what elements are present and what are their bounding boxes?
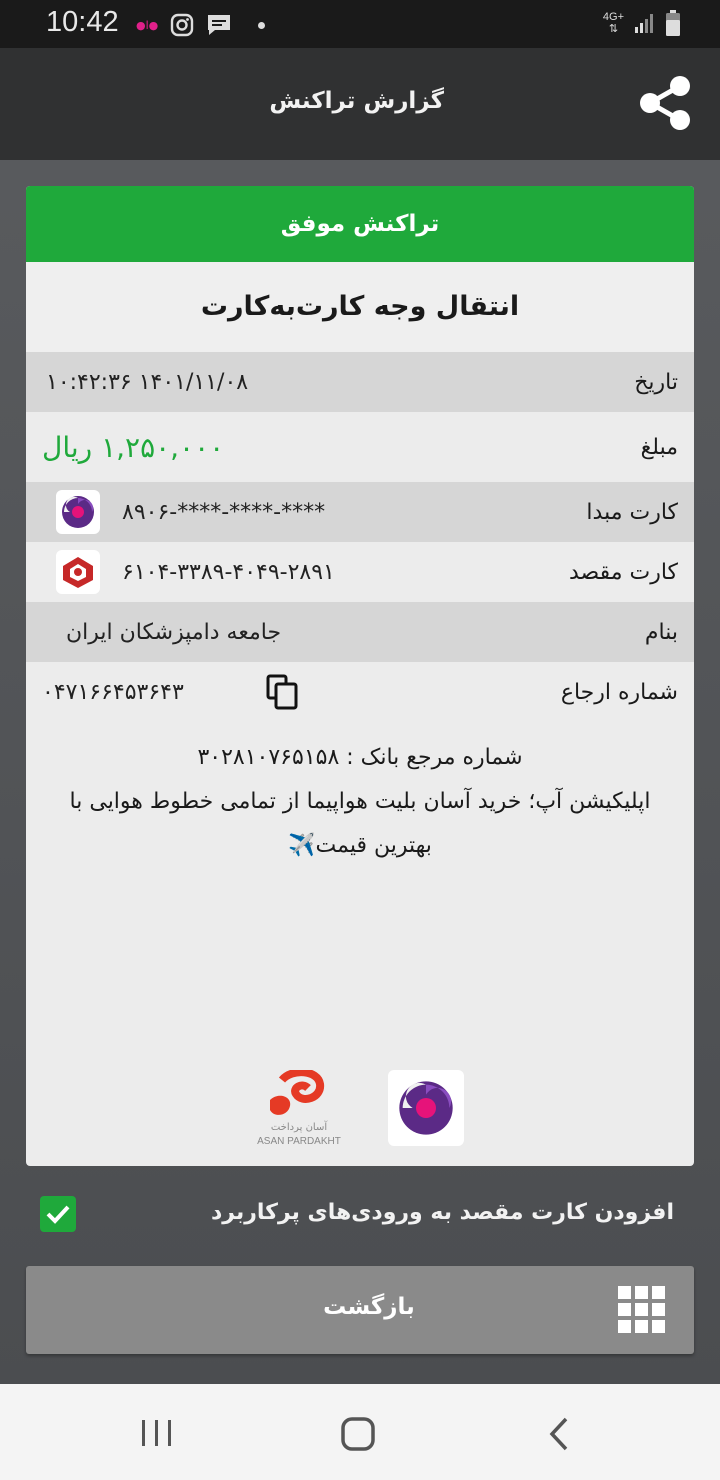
- promo-text: اپلیکیشن آپ؛ خرید آسان بلیت هواپیما از ت…: [69, 789, 651, 858]
- transaction-type: انتقال وجه کارت‌به‌کارت: [26, 262, 694, 352]
- date-row: تاریخ ۱۴۰۱/۱۱/۰۸ ۱۰:۴۲:۳۶: [26, 352, 694, 412]
- back-nav-icon[interactable]: [546, 1416, 574, 1452]
- receipt-card: تراکنش موفق انتقال وجه کارت‌به‌کارت تاری…: [26, 186, 694, 1166]
- checkmark-icon: [46, 1205, 70, 1224]
- name-row: بنام جامعه دامپزشکان ایران: [26, 602, 694, 662]
- status-system-icons: 4G+ ⇅: [603, 10, 680, 36]
- network-type: 4G+ ⇅: [602, 11, 624, 35]
- amount-label: مبلغ: [640, 434, 678, 460]
- source-card-row: کارت مبدا ****-****-****-۸۹۰۶: [26, 482, 694, 542]
- maskan-bank-icon: [63, 557, 93, 588]
- app-bar: گزارش تراکنش: [0, 48, 720, 160]
- amount-row: مبلغ ۱,۲۵۰,۰۰۰ ریال: [26, 412, 694, 482]
- system-nav-bar: [0, 1384, 720, 1480]
- battery-icon: [666, 10, 680, 36]
- favorite-checkbox[interactable]: [40, 1196, 76, 1232]
- bank-reference: شماره مرجع بانک : ۳۰۲۸۱۰۷۶۵۱۵۸: [197, 745, 523, 770]
- notes: شماره مرجع بانک : ۳۰۲۸۱۰۷۶۵۱۵۸ اپلیکیشن …: [26, 722, 694, 868]
- back-button-label: بازگشت: [323, 1294, 415, 1320]
- favorite-row: افزودن کارت مقصد به ورودی‌های پرکاربرد: [0, 1190, 720, 1240]
- notification-app-icon: ●ا●: [136, 18, 159, 32]
- svg-text:ASAN PARDAKHT: ASAN PARDAKHT: [257, 1136, 341, 1147]
- home-icon[interactable]: [340, 1416, 376, 1452]
- message-icon: [208, 15, 231, 35]
- recent-apps-icon[interactable]: [140, 1418, 174, 1448]
- source-bank-logo: [56, 490, 100, 534]
- saman-bank-footer-logo: [388, 1070, 464, 1146]
- date-label: تاریخ: [634, 369, 678, 395]
- amount-value: ۱,۲۵۰,۰۰۰ ریال: [42, 430, 225, 464]
- instagram-icon: [171, 13, 194, 37]
- name-label: بنام: [644, 619, 678, 645]
- reference-value: ۰۴۷۱۶۶۴۵۳۶۴۳: [42, 679, 184, 705]
- footer-logos: آسان پرداخت ASAN PARDAKHT: [26, 1070, 694, 1147]
- destination-card-row: کارت مقصد ۶۱۰۴-۳۳۸۹-۴۰۴۹-۲۸۹۱: [26, 542, 694, 602]
- asan-pardakht-logo: آسان پرداخت ASAN PARDAKHT: [257, 1070, 341, 1147]
- saman-bank-icon: [62, 496, 94, 528]
- source-card-label: کارت مبدا: [586, 499, 678, 525]
- signal-icon: [635, 14, 653, 33]
- back-button[interactable]: بازگشت: [26, 1266, 694, 1354]
- status-bar: 10:42 ●ا● 4G+ ⇅: [0, 0, 720, 48]
- copy-icon[interactable]: [266, 674, 300, 710]
- source-card-value: ****-****-****-۸۹۰۶: [122, 499, 326, 525]
- destination-card-value: ۶۱۰۴-۳۳۸۹-۴۰۴۹-۲۸۹۱: [122, 559, 335, 585]
- grid-menu-icon[interactable]: [618, 1286, 666, 1334]
- destination-bank-logo: [56, 550, 100, 594]
- status-notification-icons: ●ا●: [136, 12, 266, 38]
- destination-card-label: کارت مقصد: [568, 559, 678, 585]
- saman-bank-icon: [399, 1081, 453, 1135]
- name-value: جامعه دامپزشکان ایران: [66, 619, 282, 645]
- dot-icon: [258, 21, 266, 29]
- status-banner: تراکنش موفق: [26, 186, 694, 262]
- share-icon[interactable]: [634, 72, 696, 134]
- svg-text:آسان پرداخت: آسان پرداخت: [271, 1120, 328, 1133]
- reference-label: شماره ارجاع: [560, 679, 678, 705]
- favorite-label: افزودن کارت مقصد به ورودی‌های پرکاربرد: [211, 1200, 674, 1225]
- date-value: ۱۴۰۱/۱۱/۰۸ ۱۰:۴۲:۳۶: [46, 369, 249, 395]
- reference-row: شماره ارجاع ۰۴۷۱۶۶۴۵۳۶۴۳: [26, 662, 694, 722]
- status-time: 10:42: [46, 6, 119, 38]
- page-title: گزارش تراکنش: [269, 88, 444, 114]
